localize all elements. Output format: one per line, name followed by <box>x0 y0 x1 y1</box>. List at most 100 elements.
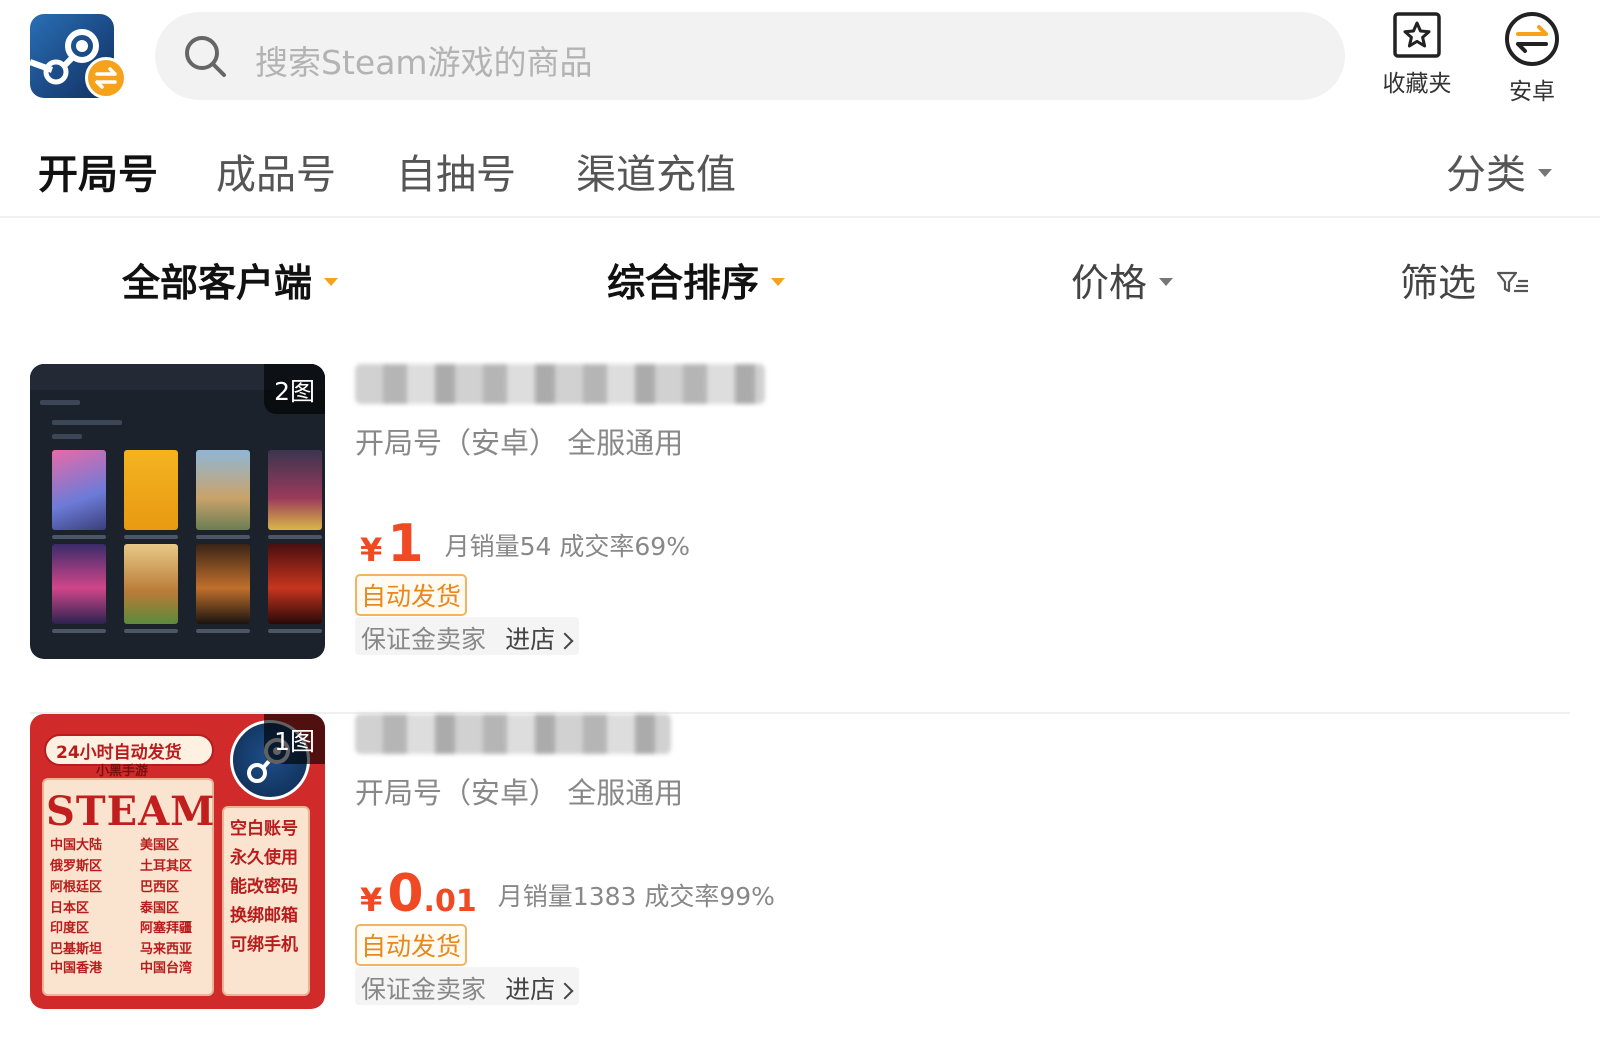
enter-store-link[interactable]: 进店 <box>505 625 555 654</box>
search-icon <box>181 32 229 80</box>
tile-caption <box>52 535 106 539</box>
swap-circle-icon <box>1505 12 1559 66</box>
category-tabs: 开局号 成品号 自抽号 渠道充值 分类 <box>0 118 1600 218</box>
classify-label: 分类 <box>1446 152 1526 198</box>
price-filter[interactable]: 价格 <box>1071 252 1174 307</box>
classify-dropdown[interactable]: 分类 <box>1446 142 1552 200</box>
image-count-badge: 1图 <box>264 714 325 764</box>
listing-subtitle: 开局号（安卓） 全服通用 <box>355 426 684 460</box>
favorites-label: 收藏夹 <box>1382 71 1452 97</box>
caret-down-icon <box>1538 169 1552 177</box>
tab-label: 成品号 <box>216 152 336 198</box>
auto-delivery-tag: 自动发货 <box>355 574 468 616</box>
feature-text: 能改密码 <box>230 877 298 897</box>
seller-bar[interactable]: 保证金卖家 进店 <box>355 967 580 1005</box>
price-filter-label: 价格 <box>1071 261 1148 305</box>
screen-filter[interactable]: 筛选 <box>1400 252 1530 307</box>
region-text: 土耳其区 <box>140 859 193 874</box>
tab-chengpinhao[interactable]: 成品号 <box>216 142 336 200</box>
search-placeholder: 搜索Steam游戏的商品 <box>255 43 593 82</box>
region-text: 马来西亚 <box>140 942 193 957</box>
region-text: 印度区 <box>50 921 90 936</box>
sort-filter-label: 综合排序 <box>607 261 760 305</box>
game-cover <box>124 544 178 624</box>
tile-caption <box>268 535 322 539</box>
tab-label: 渠道充值 <box>576 152 736 198</box>
listing-item[interactable]: 24小时自动发货 小黑手游 STEAM 中国大陆 俄罗斯区 阿根廷区 日本区 印… <box>30 714 1570 1056</box>
filter-funnel-icon <box>1497 271 1529 292</box>
feature-text: 换绑邮箱 <box>230 906 298 926</box>
listing-title-redacted[interactable] <box>355 714 671 754</box>
region-text: 巴基斯坦 <box>50 942 103 957</box>
sales-stats: 月销量1383 成交率99% <box>497 882 775 911</box>
sort-filter[interactable]: 综合排序 <box>607 252 786 307</box>
tile-caption <box>196 535 250 539</box>
swap-badge-icon <box>85 57 127 99</box>
client-filter-label: 全部客户端 <box>122 261 313 305</box>
region-text: 泰国区 <box>140 901 180 916</box>
tile-caption <box>268 629 322 633</box>
app-logo[interactable] <box>28 14 130 100</box>
game-cover <box>52 544 106 624</box>
client-filter[interactable]: 全部客户端 <box>122 252 339 307</box>
price-integer: 0 <box>387 864 424 924</box>
caret-down-icon <box>324 277 339 286</box>
region-text: 阿根廷区 <box>50 880 103 895</box>
sales-stats: 月销量54 成交率69% <box>444 532 690 561</box>
tile-caption <box>196 629 250 633</box>
price-decimal: .01 <box>423 884 477 919</box>
region-text: 美国区 <box>140 838 180 853</box>
tab-channel-recharge[interactable]: 渠道充值 <box>576 142 736 200</box>
game-cover <box>268 544 322 624</box>
tile-caption <box>124 629 178 633</box>
region-text: 日本区 <box>50 901 90 916</box>
star-box-icon <box>1393 12 1441 58</box>
listing-title-redacted[interactable] <box>355 364 765 404</box>
region-text: 中国香港 <box>50 961 103 976</box>
launcher-text-line <box>40 400 80 405</box>
price-currency: ¥ <box>360 531 383 569</box>
price-line: ¥ 1 月销量54 成交率69% <box>360 514 690 574</box>
tab-zichouhao[interactable]: 自抽号 <box>396 142 516 200</box>
tile-caption <box>52 629 106 633</box>
deposit-seller-label: 保证金卖家 <box>361 625 487 654</box>
price-currency: ¥ <box>360 881 383 919</box>
feature-text: 可绑手机 <box>230 935 298 955</box>
seller-bar[interactable]: 保证金卖家 进店 <box>355 617 580 655</box>
region-text: 中国台湾 <box>140 961 193 976</box>
listing-subtitle: 开局号（安卓） 全服通用 <box>355 776 684 810</box>
android-label: 安卓 <box>1509 79 1555 105</box>
game-cover <box>196 450 250 530</box>
listing-item[interactable]: 2图 开局号（安卓） 全服通用 ¥ 1 月销量54 成交率69% 自动发货 保证… <box>30 364 1570 714</box>
game-cover <box>124 450 178 530</box>
launcher-text-line <box>52 420 122 425</box>
tab-label: 开局号 <box>38 152 158 198</box>
tile-caption <box>124 535 178 539</box>
region-text: 阿塞拜疆 <box>140 921 193 936</box>
game-cover <box>268 450 322 530</box>
favorites-button[interactable]: 收藏夹 <box>1372 10 1462 106</box>
chevron-right-icon <box>556 632 574 650</box>
android-button[interactable]: 安卓 <box>1487 10 1577 106</box>
feature-text: 空白账号 <box>230 819 298 839</box>
listing-thumbnail[interactable]: 24小时自动发货 小黑手游 STEAM 中国大陆 俄罗斯区 阿根廷区 日本区 印… <box>30 714 325 1009</box>
tab-kaijuhao[interactable]: 开局号 <box>38 134 172 200</box>
search-input[interactable]: 搜索Steam游戏的商品 <box>155 12 1345 100</box>
caret-down-icon <box>1159 277 1174 286</box>
top-bar: 搜索Steam游戏的商品 收藏夹 安卓 <box>0 0 1600 118</box>
price-integer: 1 <box>387 514 424 574</box>
filter-bar: 全部客户端 综合排序 价格 筛选 <box>0 218 1600 334</box>
listing-thumbnail[interactable]: 2图 <box>30 364 325 659</box>
game-cover <box>196 544 250 624</box>
deposit-seller-label: 保证金卖家 <box>361 975 487 1004</box>
thumb-brand-text: STEAM <box>46 788 216 835</box>
game-cover <box>52 450 106 530</box>
tab-label: 自抽号 <box>396 152 516 198</box>
region-text: 中国大陆 <box>50 838 103 853</box>
thumb-sub-text: 小黑手游 <box>96 764 149 779</box>
price-line: ¥ 0.01 月销量1383 成交率99% <box>360 864 775 924</box>
caret-down-icon <box>771 277 786 286</box>
screen-filter-label: 筛选 <box>1400 261 1477 305</box>
feature-text: 永久使用 <box>230 848 298 868</box>
enter-store-link[interactable]: 进店 <box>505 975 555 1004</box>
